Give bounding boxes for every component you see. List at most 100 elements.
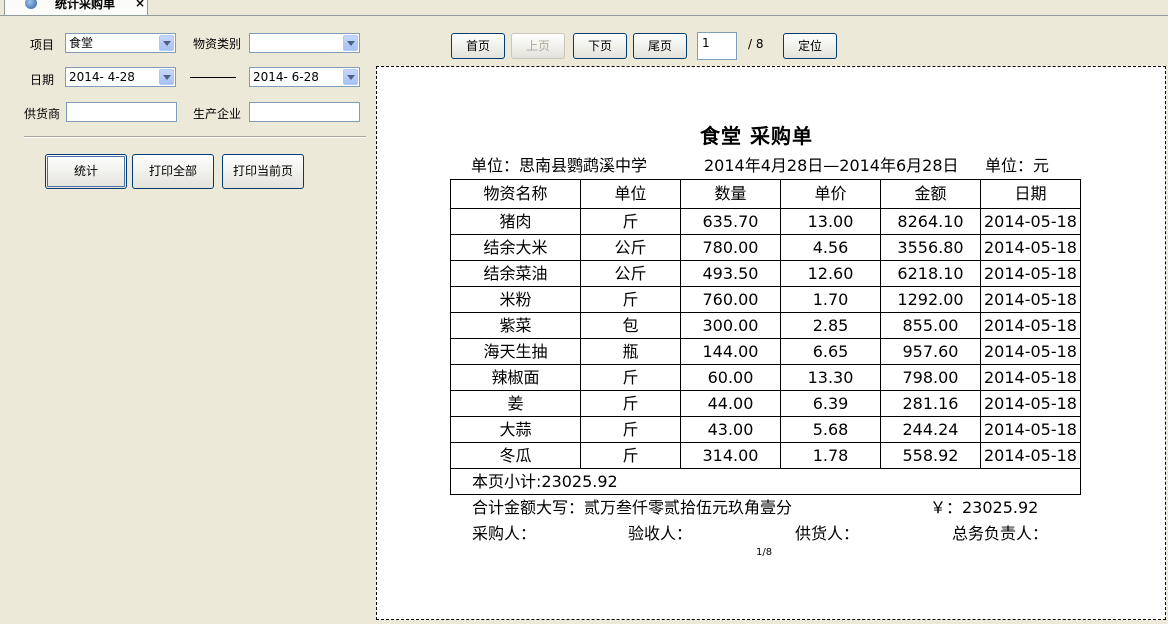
item-unit: 斤 [580,208,681,235]
item-date: 2014-05-18 [980,234,1081,261]
item-amount: 558.92 [880,442,981,469]
item-price: 6.65 [780,338,881,365]
item-quantity: 144.00 [680,338,781,365]
chevron-down-icon[interactable] [159,35,174,51]
table-row: 猪肉斤 635.70 13.00 8264.10 2014-05-18 [450,208,1081,235]
page-number-value: 1 [702,36,710,50]
tab-label: 统计采购单 [55,0,116,11]
item-name: 猪肉 [450,208,581,235]
item-amount: 798.00 [880,364,981,391]
item-quantity: 760.00 [680,286,781,313]
last-page-button[interactable]: 尾页 [633,33,687,59]
item-quantity: 300.00 [680,312,781,339]
table-row: 结余菜油 公斤 493.50 12.60 6218.10 2014-05-18 [450,260,1081,287]
item-unit: 公斤 [580,234,681,261]
item-date: 2014-05-18 [980,208,1081,235]
report-title: 食堂 采购单 [700,124,813,148]
print-all-button[interactable]: 打印全部 [132,154,214,189]
item-unit: 包 [580,312,681,339]
next-page-button[interactable]: 下页 [573,33,627,59]
tab-bar: 统计采购单 × [0,0,1168,16]
total-amount-number: ￥：23025.92 [930,498,1039,517]
item-quantity: 44.00 [680,390,781,417]
item-amount: 8264.10 [880,208,981,235]
item-price: 5.68 [780,416,881,443]
chevron-down-icon[interactable] [343,35,358,51]
table-header-row: 物资名称 单位 数量 单价 金额 日期 [450,179,1081,209]
date-from-picker[interactable]: 2014- 4-28 [65,67,176,87]
item-name: 紫菜 [450,312,581,339]
divider [24,136,366,138]
supplier-input[interactable] [66,102,177,122]
item-date: 2014-05-18 [980,338,1081,365]
app-globe-icon [25,0,37,9]
item-date: 2014-05-18 [980,286,1081,313]
manufacturer-input[interactable] [249,102,360,122]
close-icon[interactable]: × [135,0,145,10]
item-amount: 281.16 [880,390,981,417]
item-date: 2014-05-18 [980,442,1081,469]
item-price: 6.39 [780,390,881,417]
item-unit: 斤 [580,416,681,443]
item-quantity: 635.70 [680,208,781,235]
item-unit: 斤 [580,390,681,417]
item-date: 2014-05-18 [980,260,1081,287]
project-select-value: 食堂 [69,36,94,50]
project-select[interactable]: 食堂 [65,33,176,53]
date-to-picker[interactable]: 2014- 6-28 [249,67,360,87]
item-date: 2014-05-18 [980,416,1081,443]
page-number-input[interactable]: 1 [697,32,737,60]
prev-page-button[interactable]: 上页 [511,33,565,59]
purchase-table: 物资名称 单位 数量 单价 金额 日期 猪肉斤 635.70 13.00 8264.1… [450,179,1081,495]
chevron-down-icon[interactable] [159,69,174,85]
column-header: 数量 [680,179,781,209]
chevron-down-icon[interactable] [343,69,358,85]
category-select[interactable] [249,33,360,53]
table-row: 米粉斤 760.00 1.70 1292.00 2014-05-18 [450,286,1081,313]
table-row: 姜斤 44.00 6.39 281.16 2014-05-18 [450,390,1081,417]
item-amount: 1292.00 [880,286,981,313]
category-label: 物资类别 [193,37,242,51]
item-price: 12.60 [780,260,881,287]
page-subtotal: 本页小计:23025.92 [450,468,1081,495]
date-from-value: 2014- 4-28 [69,70,135,84]
print-current-button[interactable]: 打印当前页 [222,154,304,189]
item-name: 结余菜油 [450,260,581,287]
item-amount: 855.00 [880,312,981,339]
table-row: 紫菜包 300.00 2.85 855.00 2014-05-18 [450,312,1081,339]
item-name: 结余大米 [450,234,581,261]
tab-stat-purchase[interactable]: 统计采购单 × [4,0,148,15]
table-row: 大蒜斤 43.00 5.68 244.24 2014-05-18 [450,416,1081,443]
table-row: 辣椒面斤 60.00 13.30 798.00 2014-05-18 [450,364,1081,391]
item-unit: 斤 [580,286,681,313]
date-range-separator [190,77,236,78]
item-price: 4.56 [780,234,881,261]
item-price: 13.30 [780,364,881,391]
item-date: 2014-05-18 [980,390,1081,417]
total-amount-words: 合计金额大写：贰万叁仟零贰拾伍元玖角壹分 [472,498,793,517]
item-unit: 公斤 [580,260,681,287]
signer-supplier: 供货人： [795,524,860,543]
signer-buyer: 采购人： [472,524,537,543]
first-page-button[interactable]: 首页 [451,33,505,59]
item-unit: 斤 [580,364,681,391]
manufacturer-label: 生产企业 [193,107,242,121]
column-header: 单价 [780,179,881,209]
item-quantity: 314.00 [680,442,781,469]
item-name: 姜 [450,390,581,417]
item-price: 2.85 [780,312,881,339]
item-amount: 957.60 [880,338,981,365]
item-name: 大蒜 [450,416,581,443]
column-header: 物资名称 [450,179,581,209]
date-to-value: 2014- 6-28 [253,70,319,84]
subtotal-row: 本页小计:23025.92 [450,468,1081,495]
locate-button[interactable]: 定位 [783,33,837,59]
item-date: 2014-05-18 [980,364,1081,391]
report-organization: 单位：思南县鹦鹉溪中学 [471,156,648,175]
page-total: / 8 [748,37,764,51]
stat-button[interactable]: 统计 [45,154,127,189]
item-name: 冬瓜 [450,442,581,469]
project-label: 项目 [30,38,55,52]
report-period: 2014年4月28日—2014年6月28日 [704,156,959,175]
date-label: 日期 [30,73,55,87]
